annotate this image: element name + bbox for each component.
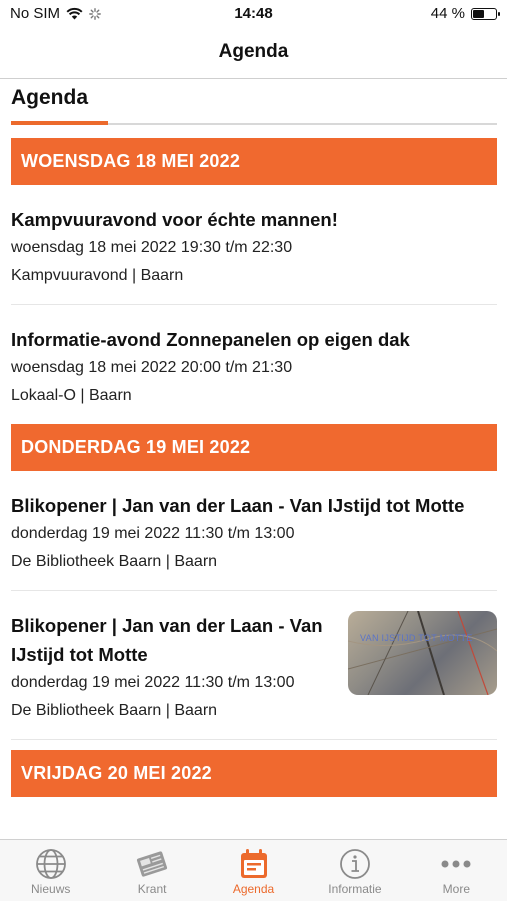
map-illustration: [348, 611, 497, 695]
navigation-bar: Agenda: [0, 28, 507, 79]
event-title: Kampvuuravond voor échte mannen!: [11, 209, 338, 230]
agenda-item[interactable]: Kampvuuravond voor échte mannen! woensda…: [11, 185, 497, 305]
tab-more[interactable]: More: [406, 840, 507, 901]
nav-title: Agenda: [218, 41, 289, 62]
day-header: DONDERDAG 19 MEI 2022: [11, 424, 497, 471]
thumbnail-caption: VAN IJSTIJD TOT MOTTE: [360, 633, 473, 643]
tab-krant[interactable]: Krant: [101, 840, 202, 901]
calendar-icon: [236, 847, 272, 881]
event-title: Informatie-avond Zonnepanelen op eigen d…: [11, 329, 410, 350]
event-title: Blikopener | Jan van der Laan - Van IJst…: [11, 615, 323, 665]
newspaper-icon: [134, 847, 170, 881]
info-icon: [337, 847, 373, 881]
status-bar: No SIM 14:48 44 %: [0, 0, 507, 28]
tab-label: More: [442, 882, 470, 896]
event-title: Blikopener | Jan van der Laan - Van IJst…: [11, 495, 465, 516]
tab-bar: Nieuws Krant Agenda Informatie More: [0, 839, 507, 901]
event-location: Lokaal-O | Baarn: [11, 387, 132, 404]
agenda-item-text: Blikopener | Jan van der Laan - Van IJst…: [11, 611, 348, 725]
tab-label: Nieuws: [31, 882, 71, 896]
battery-level: [473, 9, 484, 18]
tab-label: Informatie: [328, 882, 382, 896]
battery-icon: [471, 7, 500, 20]
event-date: donderdag 19 mei 2022 11:30 t/m 13:00: [11, 525, 295, 542]
tab-agenda[interactable]: Agenda: [203, 840, 304, 901]
event-date: donderdag 19 mei 2022 11:30 t/m 13:00: [11, 674, 295, 691]
status-right: 44 %: [430, 5, 500, 22]
section-title[interactable]: Agenda: [11, 86, 88, 110]
event-location: De Bibliotheek Baarn | Baarn: [11, 702, 218, 719]
battery-percentage: 44 %: [430, 5, 465, 22]
event-location: De Bibliotheek Baarn | Baarn: [11, 553, 218, 570]
event-location: Kampvuuravond | Baarn: [11, 267, 184, 284]
event-date: woensdag 18 mei 2022 19:30 t/m 22:30: [11, 239, 293, 256]
agenda-item-text: Kampvuuravond voor échte mannen! woensda…: [11, 205, 497, 290]
event-date: woensdag 18 mei 2022 20:00 t/m 21:30: [11, 359, 293, 376]
tab-label: Agenda: [232, 882, 275, 896]
tab-informatie[interactable]: Informatie: [304, 840, 405, 901]
day-header: WOENSDAG 18 MEI 2022: [11, 138, 497, 185]
day-header: VRIJDAG 20 MEI 2022: [11, 750, 497, 797]
agenda-item[interactable]: Blikopener | Jan van der Laan - Van IJst…: [11, 591, 497, 740]
agenda-list: WOENSDAG 18 MEI 2022 Kampvuuravond voor …: [11, 138, 497, 797]
agenda-item[interactable]: Informatie-avond Zonnepanelen op eigen d…: [11, 305, 497, 424]
section-active-indicator: [11, 121, 108, 125]
agenda-item-text: Blikopener | Jan van der Laan - Van IJst…: [11, 491, 497, 576]
agenda-item-text: Informatie-avond Zonnepanelen op eigen d…: [11, 325, 497, 410]
tab-label: Krant: [137, 882, 167, 896]
agenda-item[interactable]: Blikopener | Jan van der Laan - Van IJst…: [11, 471, 497, 591]
more-icon: [438, 847, 474, 881]
globe-icon: [33, 847, 69, 881]
tab-nieuws[interactable]: Nieuws: [0, 840, 101, 901]
event-thumbnail[interactable]: VAN IJSTIJD TOT MOTTE: [348, 611, 497, 695]
